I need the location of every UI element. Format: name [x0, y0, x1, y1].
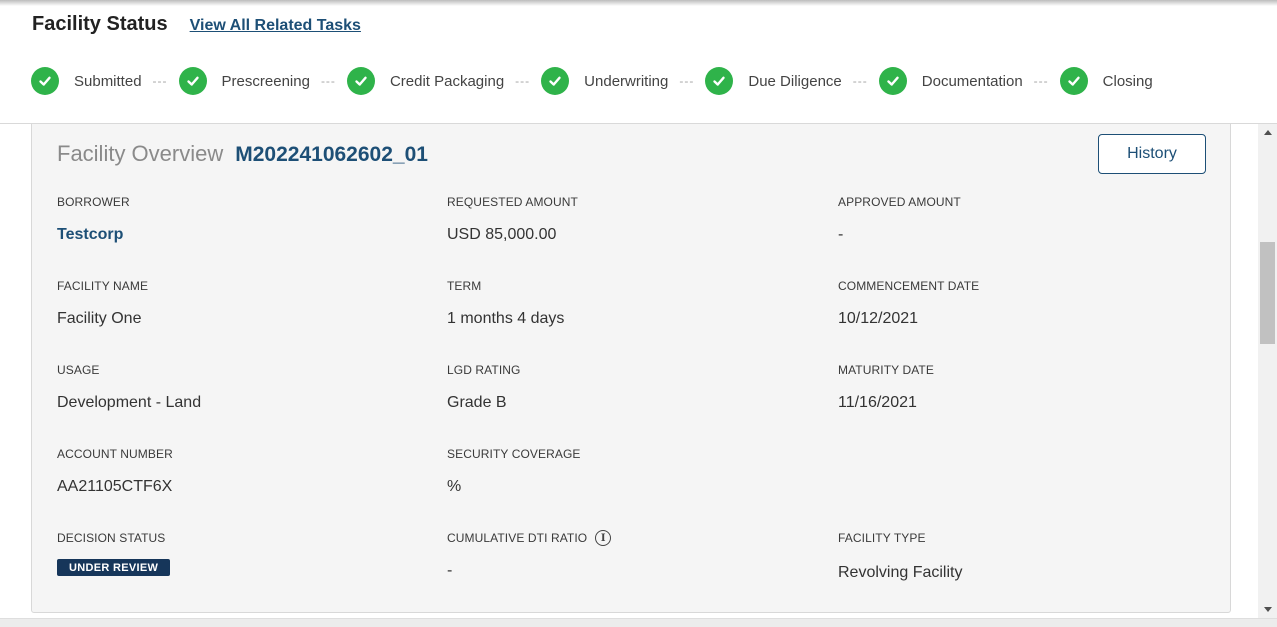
step-label: Credit Packaging: [389, 72, 505, 90]
field-value: Facility One: [57, 310, 142, 327]
field-label: APPROVED AMOUNT: [838, 195, 961, 209]
field-value: Development - Land: [57, 394, 202, 411]
status-stepper: Submitted --- Prescreening --- Credit Pa…: [31, 66, 1153, 96]
check-circle-icon: [178, 67, 207, 95]
field-label: DECISION STATUS: [57, 531, 166, 545]
field-value: 10/12/2021: [838, 310, 919, 327]
field-label: REQUESTED AMOUNT: [447, 195, 578, 209]
triangle-up-icon: [1263, 130, 1272, 135]
step-connector: ---: [515, 74, 531, 88]
field-value: Revolving Facility: [838, 564, 963, 581]
step-label: Underwriting: [584, 72, 669, 90]
step-connector: ---: [679, 74, 695, 88]
triangle-down-icon: [1263, 607, 1272, 612]
scroll-up-button[interactable]: [1258, 124, 1277, 141]
scroll-content: Facility Overview M202241062602_01 Histo…: [0, 124, 1258, 618]
scroll-down-button[interactable]: [1258, 601, 1277, 618]
vertical-scrollbar[interactable]: [1258, 124, 1277, 618]
check-circle-icon: [346, 67, 375, 95]
field-label: SECURITY COVERAGE: [447, 447, 581, 461]
facility-type-field: FACILITY TYPE Revolving Facility: [838, 530, 962, 582]
step-submitted[interactable]: Submitted: [31, 67, 142, 95]
check-circle-icon: [31, 67, 59, 95]
borrower-field: BORROWER Testcorp: [57, 194, 130, 244]
maturity-date-field: MATURITY DATE 11/16/2021: [838, 362, 934, 412]
field-value: 11/16/2021: [838, 394, 917, 411]
field-value: -: [838, 226, 844, 243]
facility-overview-label: Facility Overview: [57, 141, 224, 166]
field-value: AA21105CTF6X: [57, 478, 173, 495]
field-label: FACILITY TYPE: [838, 531, 926, 545]
step-prescreening[interactable]: Prescreening: [178, 67, 310, 95]
step-connector: ---: [852, 74, 868, 88]
check-circle-icon: [1059, 67, 1088, 95]
field-label: COMMENCEMENT DATE: [838, 279, 980, 293]
view-all-related-tasks-link[interactable]: View All Related Tasks: [190, 17, 361, 35]
requested-amount-field: REQUESTED AMOUNT USD 85,000.00: [447, 194, 578, 244]
facility-id: M202241062602_01: [235, 143, 428, 166]
borrower-link[interactable]: Testcorp: [57, 226, 130, 244]
bottom-edge: [0, 618, 1277, 627]
field-value: -: [447, 562, 453, 579]
field-label: MATURITY DATE: [838, 363, 934, 377]
step-underwriting[interactable]: Underwriting: [541, 67, 668, 95]
lgd-rating-field: LGD RATING Grade B: [447, 362, 520, 412]
check-circle-icon: [878, 67, 907, 95]
field-label-text: CUMULATIVE DTI RATIO: [447, 531, 588, 545]
field-value: %: [447, 478, 462, 495]
header-shadow: [0, 0, 1277, 6]
field-label: TERM: [447, 279, 482, 293]
check-circle-icon: [705, 67, 734, 95]
facility-name-field: FACILITY NAME Facility One: [57, 278, 148, 328]
field-label: BORROWER: [57, 195, 130, 209]
card-title: Facility Overview M202241062602_01: [57, 141, 428, 167]
field-label: FACILITY NAME: [57, 279, 149, 293]
facility-status-header: Facility Status View All Related Tasks S…: [0, 0, 1277, 124]
page-title: Facility Status: [32, 13, 168, 35]
check-circle-icon: [541, 67, 570, 95]
term-field: TERM 1 months 4 days: [447, 278, 564, 328]
facility-overview-card: Facility Overview M202241062602_01 Histo…: [31, 124, 1231, 613]
approved-amount-field: APPROVED AMOUNT -: [838, 194, 961, 244]
status-badge: UNDER REVIEW: [57, 559, 171, 576]
scroll-thumb[interactable]: [1260, 242, 1275, 344]
step-credit-packaging[interactable]: Credit Packaging: [346, 67, 505, 95]
step-closing[interactable]: Closing: [1059, 67, 1153, 95]
step-connector: ---: [1033, 74, 1049, 88]
step-documentation[interactable]: Documentation: [878, 67, 1023, 95]
usage-field: USAGE Development - Land: [57, 362, 201, 412]
step-label: Submitted: [74, 72, 142, 90]
field-label: LGD RATING: [447, 363, 521, 377]
step-label: Documentation: [921, 72, 1023, 90]
step-connector: ---: [152, 74, 168, 88]
commencement-date-field: COMMENCEMENT DATE 10/12/2021: [838, 278, 979, 328]
decision-status-field: DECISION STATUS UNDER REVIEW: [57, 530, 171, 576]
field-label: CUMULATIVE DTI RATIO i: [447, 530, 612, 546]
step-connector: ---: [320, 74, 336, 88]
step-label: Due Diligence: [748, 72, 842, 90]
field-value: 1 months 4 days: [447, 310, 565, 327]
field-label: USAGE: [57, 363, 100, 377]
cumulative-dti-ratio-field: CUMULATIVE DTI RATIO i -: [447, 530, 612, 580]
info-circle-icon[interactable]: i: [595, 530, 612, 546]
security-coverage-field: SECURITY COVERAGE %: [447, 446, 581, 496]
field-value: USD 85,000.00: [447, 226, 557, 243]
step-label: Prescreening: [221, 72, 310, 90]
history-button[interactable]: History: [1098, 134, 1206, 174]
step-due-diligence[interactable]: Due Diligence: [705, 67, 842, 95]
step-label: Closing: [1102, 72, 1153, 90]
title-row: Facility Status View All Related Tasks: [32, 13, 361, 36]
field-value: Grade B: [447, 394, 507, 411]
account-number-field: ACCOUNT NUMBER AA21105CTF6X: [57, 446, 173, 496]
field-label: ACCOUNT NUMBER: [57, 447, 173, 461]
